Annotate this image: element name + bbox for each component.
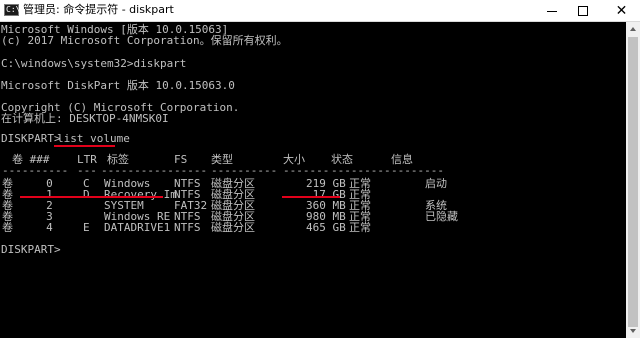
cell-label: DATADRIVE1 — [104, 221, 171, 234]
minimize-icon — [547, 10, 557, 12]
command-prompt-window: C:\ 管理员: 命令提示符 - diskpart ✕ Microsoft Wi… — [0, 0, 640, 338]
diskpart-command-line: C:\windows\system32>diskpart — [1, 57, 187, 70]
cell-status: 正常 — [349, 221, 371, 234]
cell-ltr: E — [83, 221, 90, 234]
cell-type: 磁盘分区 — [211, 221, 255, 234]
cell-fs: NTFS — [174, 221, 201, 234]
computer-name-line: 在计算机上: DESKTOP-4NMSK0I — [1, 112, 169, 125]
separator-info: -------- — [391, 164, 444, 177]
cell-ltr: D — [83, 188, 90, 201]
scroll-down-button[interactable] — [626, 324, 640, 338]
table-separator-row: ---------- --- ----------- ----- -------… — [1, 164, 444, 177]
separator-size: ------- — [283, 164, 330, 177]
console-output[interactable]: Microsoft Windows [版本 10.0.15063] (c) 20… — [0, 22, 626, 338]
maximize-icon — [578, 5, 588, 16]
arrow-down-icon — [630, 329, 636, 333]
scroll-thumb[interactable] — [628, 37, 638, 327]
size-annotation-underline — [282, 196, 340, 198]
cell-vol: 卷 4 — [2, 221, 53, 234]
recovery-row-annotation-underline — [20, 196, 163, 198]
title-bar[interactable]: C:\ 管理员: 命令提示符 - diskpart ✕ — [0, 0, 640, 22]
window-title: 管理员: 命令提示符 - diskpart — [23, 3, 174, 16]
copyright-line: (c) 2017 Microsoft Corporation。保留所有权利。 — [1, 34, 288, 47]
arrow-up-icon — [630, 27, 636, 31]
cell-size: 465 GB — [306, 221, 346, 234]
cmd-app-icon: C:\ — [4, 4, 21, 16]
final-prompt-line: DISKPART> — [1, 243, 61, 256]
volume-row: 卷 4 E DATADRIVE1 NTFS 磁盘分区 465 GB 正常 — [1, 221, 371, 234]
command-text: list volume — [57, 132, 130, 145]
separator-fs: ----- — [174, 164, 208, 177]
separator-status: --------- — [331, 164, 391, 177]
close-button[interactable]: ✕ — [603, 0, 640, 21]
close-icon: ✕ — [615, 2, 628, 19]
maximize-button[interactable] — [568, 0, 598, 21]
separator-ltr: --- — [77, 164, 97, 177]
separator-vol: ---------- — [2, 164, 69, 177]
separator-label: ----------- — [101, 164, 174, 177]
diskpart-version-line: Microsoft DiskPart 版本 10.0.15063.0 — [1, 79, 235, 92]
minimize-button[interactable] — [537, 0, 567, 21]
vertical-scrollbar[interactable] — [626, 22, 640, 338]
command-annotation-underline — [54, 145, 115, 147]
scroll-up-button[interactable] — [626, 22, 640, 36]
cell-info: 启动 — [425, 177, 447, 190]
cell-info: 已隐藏 — [425, 210, 458, 223]
separator-type: ---------- — [211, 164, 278, 177]
list-volume-command-line: DISKPART> list volume — [1, 132, 130, 145]
